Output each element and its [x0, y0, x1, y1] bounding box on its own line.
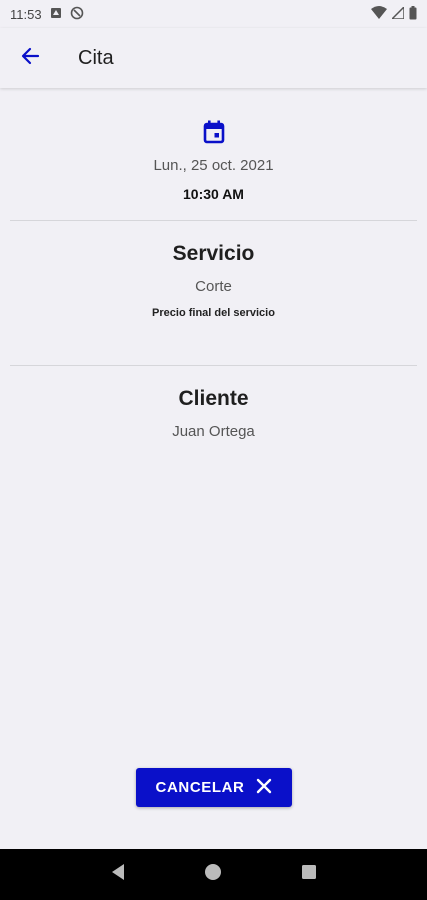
triangle-back-icon: [110, 863, 126, 886]
nav-home-button[interactable]: [198, 860, 228, 890]
appointment-date: Lun., 25 oct. 2021: [153, 157, 274, 174]
signal-icon: [390, 4, 405, 22]
nav-recents-button[interactable]: [294, 860, 324, 890]
notification-icon: [50, 7, 62, 22]
service-name: Corte: [195, 278, 232, 295]
status-left: 11:53: [10, 6, 84, 23]
arrow-left-icon: [20, 46, 40, 71]
divider: [10, 365, 417, 366]
cancel-label: CANCELAR: [155, 779, 245, 796]
status-right: [371, 4, 417, 23]
status-bar: 11:53: [0, 0, 427, 28]
square-recents-icon: [301, 864, 317, 885]
cancel-button[interactable]: CANCELAR: [136, 768, 292, 807]
appointment-datetime: Lun., 25 oct. 2021 10:30 AM: [0, 120, 427, 202]
client-section: Cliente Juan Ortega: [0, 387, 427, 440]
nav-back-button[interactable]: [103, 860, 133, 890]
app-bar: Cita: [0, 28, 427, 88]
back-button[interactable]: [8, 36, 52, 80]
status-time: 11:53: [10, 6, 42, 22]
close-icon: [256, 778, 272, 798]
page-title: Cita: [78, 46, 114, 69]
divider: [10, 220, 417, 221]
service-price-note: Precio final del servicio: [152, 307, 275, 319]
service-section: Servicio Corte Precio final del servicio: [0, 242, 427, 319]
appointment-time: 10:30 AM: [183, 186, 244, 202]
system-nav-bar: [0, 849, 427, 900]
calendar-icon: [203, 120, 225, 148]
battery-icon: [409, 5, 417, 23]
wifi-icon: [371, 6, 387, 22]
client-name: Juan Ortega: [172, 423, 255, 440]
service-heading: Servicio: [172, 242, 255, 265]
client-heading: Cliente: [178, 387, 249, 410]
circle-home-icon: [204, 863, 222, 886]
data-saver-icon: [70, 6, 84, 23]
